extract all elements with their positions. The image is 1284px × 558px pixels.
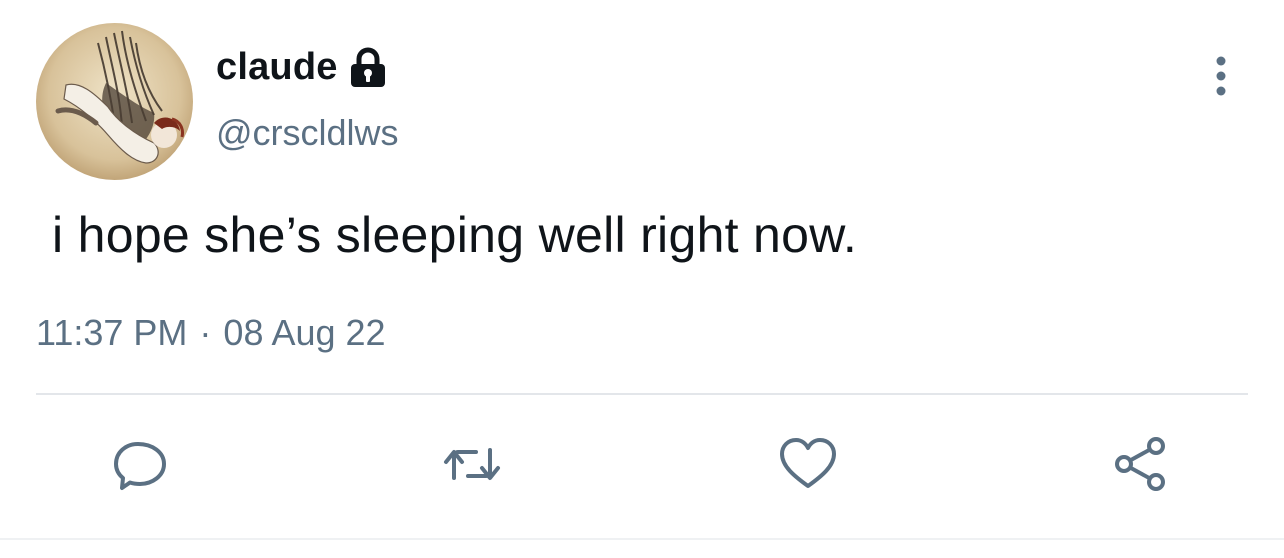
tweet-text: i hope she’s sleeping well right now. xyxy=(52,207,858,263)
share-button[interactable] xyxy=(1108,432,1172,496)
user-name-row: claude xyxy=(216,44,388,90)
avatar[interactable] xyxy=(36,23,193,180)
tweet-timestamp[interactable]: 11:37 PM · 08 Aug 22 xyxy=(36,312,386,354)
retweet-arrows-icon xyxy=(444,448,500,480)
like-button[interactable] xyxy=(776,432,840,496)
bottom-divider xyxy=(0,538,1284,540)
retweet-button[interactable] xyxy=(440,432,504,496)
tweet-time: 11:37 PM xyxy=(36,312,188,353)
tweet-date: 08 Aug 22 xyxy=(223,312,386,353)
reply-button[interactable] xyxy=(108,432,172,496)
avatar-illustration xyxy=(36,23,193,180)
display-name[interactable]: claude xyxy=(216,46,338,89)
more-options-icon[interactable] xyxy=(1204,52,1238,102)
heart-icon xyxy=(780,438,836,488)
share-nodes-icon xyxy=(1115,437,1165,491)
timestamp-separator: · xyxy=(199,312,212,353)
divider xyxy=(36,393,1248,395)
tweet-card: claude @crscldlws i hope she’s sleeping … xyxy=(0,0,1284,558)
user-handle[interactable]: @crscldlws xyxy=(216,112,399,154)
lock-icon xyxy=(348,47,388,89)
speech-bubble-icon xyxy=(114,442,166,490)
